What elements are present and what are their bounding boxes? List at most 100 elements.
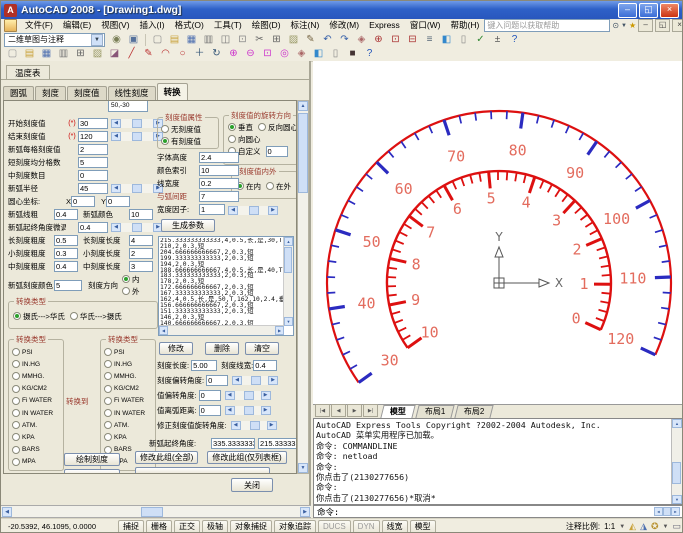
list-vscrollbar[interactable]: ▲ ▼ <box>283 237 293 326</box>
layout-tab-0[interactable]: 模型 <box>380 405 415 418</box>
slider-track[interactable] <box>121 132 153 141</box>
slider-right-icon[interactable]: ▶ <box>268 206 278 215</box>
inout-option[interactable]: 在外 <box>266 181 291 192</box>
modify-button[interactable]: 修改 <box>159 342 193 355</box>
help-2-button[interactable]: ? <box>361 47 378 61</box>
search-dropdown-icon[interactable]: ▼ <box>621 23 627 29</box>
open-button[interactable]: ▤ <box>166 33 183 47</box>
scroll-up-icon[interactable]: ▲ <box>284 237 293 246</box>
slider-left-icon[interactable]: ◀ <box>232 376 242 385</box>
value-input[interactable]: 0.2 <box>199 178 239 189</box>
redo-button[interactable]: ↷ <box>336 33 353 47</box>
conversion-direction-option[interactable]: 摄氏--->华氏 <box>13 311 65 322</box>
slider-left-icon[interactable]: ◀ <box>228 206 238 215</box>
scroll-left-icon[interactable]: ◀ <box>2 507 12 517</box>
command-vscrollbar[interactable]: ▲ ▼ <box>671 419 683 504</box>
unit-option[interactable]: MMHG. <box>12 370 58 382</box>
slider[interactable]: ◀▶ <box>111 132 163 141</box>
panel-tab-0[interactable]: 圆弧 <box>3 86 34 100</box>
value-input[interactable]: 0 <box>199 390 221 401</box>
zoom-extents-button[interactable]: ◎ <box>276 47 293 61</box>
scroll-left-icon[interactable]: ◀ <box>159 326 168 335</box>
scroll-down-icon[interactable]: ▼ <box>284 317 293 326</box>
scroll-left-icon[interactable]: ◀ <box>654 507 663 516</box>
zoom-in-button[interactable]: ⊕ <box>225 47 242 61</box>
status-toggle-5[interactable]: 对象追踪 <box>274 520 316 533</box>
value-input[interactable]: 2 <box>129 248 153 259</box>
arc-button[interactable]: ◠ <box>157 47 174 61</box>
value-input[interactable]: 4 <box>129 235 153 246</box>
slider-left-icon[interactable]: ◀ <box>225 391 235 400</box>
value-input[interactable]: 0.3 <box>54 248 78 259</box>
value-attr-option[interactable]: 无刻度值 <box>161 123 213 135</box>
params-listbox[interactable]: 215.333333333333,4,0.5,长,是,30,T210,2,0.3… <box>158 236 294 336</box>
paste-2-button[interactable]: ▨ <box>89 47 106 61</box>
qnew-button[interactable]: ▢ <box>149 33 166 47</box>
scroll-thumb[interactable] <box>672 462 681 484</box>
lock-icon[interactable]: ✪ <box>651 522 659 531</box>
slider[interactable]: ◀▶ <box>225 406 271 415</box>
slider-track[interactable] <box>242 376 268 385</box>
value-input[interactable]: 2.4 <box>199 152 239 163</box>
undo-button[interactable]: ↶ <box>319 33 336 47</box>
unit-option[interactable]: IN WATER <box>104 407 150 419</box>
slider-track[interactable] <box>121 223 153 232</box>
tick-direction-option[interactable]: 外 <box>122 285 140 297</box>
slider-left-icon[interactable]: ◀ <box>225 406 235 415</box>
width-factor-input[interactable]: 1 <box>199 204 225 215</box>
menu-item-5[interactable]: 工具(T) <box>209 19 247 32</box>
slider-track[interactable] <box>235 406 261 415</box>
slider-thumb[interactable] <box>249 206 259 215</box>
match-properties-button[interactable]: ✎ <box>302 33 319 47</box>
value-input[interactable]: 0.4 <box>78 222 108 233</box>
unit-option[interactable]: IN.HG <box>104 358 150 370</box>
value-input[interactable]: 0.5 <box>54 235 78 246</box>
pan-2-button[interactable]: ◈ <box>293 47 310 61</box>
delete-button[interactable]: 删除 <box>205 342 239 355</box>
slider-right-icon[interactable]: ▶ <box>261 391 271 400</box>
value-input[interactable]: 45 <box>78 183 108 194</box>
next-tab-icon[interactable]: ▶ <box>347 404 362 417</box>
slider[interactable]: ◀▶ <box>231 421 277 430</box>
doc-close-button[interactable]: × <box>672 19 683 32</box>
value-input[interactable]: 3 <box>129 261 153 272</box>
save-2-button[interactable]: ▦ <box>38 47 55 61</box>
unit-option[interactable]: ATM. <box>12 419 58 431</box>
menu-item-3[interactable]: 插入(I) <box>135 19 170 32</box>
slider-thumb[interactable] <box>132 223 142 232</box>
move-button[interactable]: ＋ <box>191 47 208 61</box>
value-input[interactable]: 5 <box>54 280 82 291</box>
zoom-previous-button[interactable]: ⊟ <box>404 33 421 47</box>
zoom-out-button[interactable]: ⊖ <box>242 47 259 61</box>
close-button[interactable]: × <box>660 3 679 18</box>
panel-tab-3[interactable]: 线性刻度 <box>108 86 156 100</box>
scroll-right-icon[interactable]: ▶ <box>275 326 284 335</box>
status-toggle-0[interactable]: 捕捉 <box>118 520 144 533</box>
menu-item-2[interactable]: 视图(V) <box>96 19 134 32</box>
inout-option[interactable]: 在内 <box>236 181 261 192</box>
rotation-option[interactable]: 向圆心 <box>228 134 261 145</box>
chevron-down-icon[interactable]: ▼ <box>91 34 103 46</box>
status-toggle-1[interactable]: 栅格 <box>146 520 172 533</box>
drawing-canvas[interactable]: 30405060708090100110120012345678910XY <box>313 61 683 404</box>
menu-item-9[interactable]: Express <box>364 19 405 32</box>
scroll-thumb[interactable] <box>298 113 308 193</box>
slider-left-icon[interactable]: ◀ <box>111 184 121 193</box>
help-search-input[interactable] <box>484 19 610 32</box>
modify-group-list-button[interactable]: 修改此组(仅列表框) <box>207 451 286 464</box>
unit-option[interactable]: Fi WATER <box>12 395 58 407</box>
scroll-down-icon[interactable]: ▼ <box>298 463 308 473</box>
menu-item-1[interactable]: 编辑(E) <box>58 19 96 32</box>
slider[interactable]: ◀▶ <box>111 184 163 193</box>
unit-option[interactable]: KPA <box>12 431 58 443</box>
slider[interactable]: ◀▶ <box>111 223 163 232</box>
scroll-thumb[interactable] <box>663 507 671 516</box>
slider-thumb[interactable] <box>250 421 260 430</box>
value-input[interactable]: 5.00 <box>191 360 217 371</box>
paste-button[interactable]: ▨ <box>285 33 302 47</box>
line-button[interactable]: ╱ <box>123 47 140 61</box>
annotation-visibility-icon[interactable]: ◭ <box>629 522 636 531</box>
scroll-down-icon[interactable]: ▼ <box>672 495 682 504</box>
restore-button[interactable]: ◱ <box>639 3 658 18</box>
slider-track[interactable] <box>241 421 267 430</box>
